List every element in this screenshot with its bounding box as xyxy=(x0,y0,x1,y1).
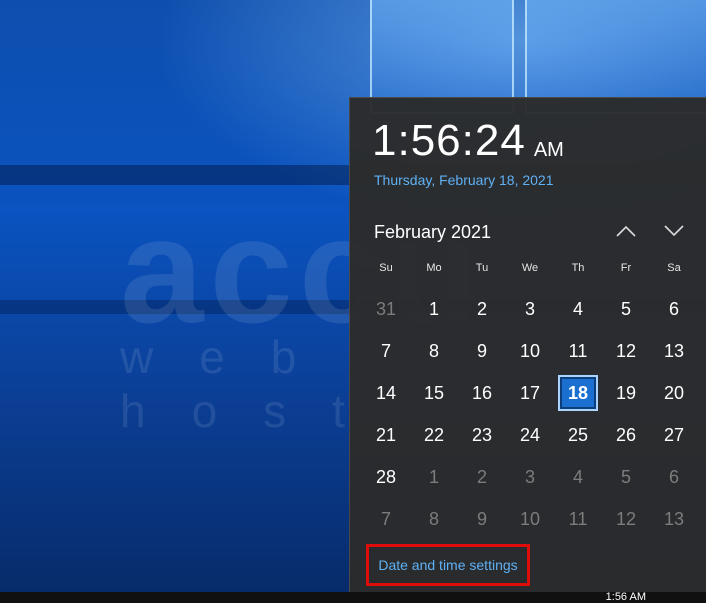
next-month-button[interactable] xyxy=(658,216,690,246)
calendar-day[interactable]: 3 xyxy=(506,288,554,330)
chevron-down-icon xyxy=(664,225,684,237)
weekday-label: Tu xyxy=(475,262,489,274)
calendar-day[interactable]: 9 xyxy=(458,498,506,540)
calendar-day[interactable]: 23 xyxy=(458,414,506,456)
weekday-header-row: Su Mo Tu We Th Fr Sa xyxy=(362,262,698,274)
calendar-day[interactable]: 24 xyxy=(506,414,554,456)
calendar-day[interactable]: 8 xyxy=(410,330,458,372)
calendar-day[interactable]: 27 xyxy=(650,414,698,456)
calendar-day[interactable]: 22 xyxy=(410,414,458,456)
clock-calendar-flyout: 1:56:24 AM Thursday, February 18, 2021 F… xyxy=(349,97,706,592)
calendar-day[interactable]: 7 xyxy=(362,498,410,540)
calendar-day[interactable]: 6 xyxy=(650,288,698,330)
calendar-day[interactable]: 15 xyxy=(410,372,458,414)
weekday-label: Su xyxy=(379,262,393,274)
calendar-day[interactable]: 11 xyxy=(554,330,602,372)
calendar-day[interactable]: 26 xyxy=(602,414,650,456)
clock-date-link[interactable]: Thursday, February 18, 2021 xyxy=(374,172,554,188)
date-time-settings-link[interactable]: Date and time settings xyxy=(366,544,530,586)
calendar-day[interactable]: 10 xyxy=(506,498,554,540)
calendar-day[interactable]: 10 xyxy=(506,330,554,372)
calendar-day-today[interactable]: 18 xyxy=(558,375,598,411)
calendar-day[interactable]: 13 xyxy=(650,330,698,372)
weekday-label: Fr xyxy=(620,262,632,274)
calendar-day[interactable]: 17 xyxy=(506,372,554,414)
clock-display: 1:56:24 AM xyxy=(372,116,564,166)
clock-time: 1:56:24 xyxy=(372,116,526,165)
calendar-day[interactable]: 19 xyxy=(602,372,650,414)
calendar-day[interactable]: 8 xyxy=(410,498,458,540)
calendar-day[interactable]: 5 xyxy=(602,288,650,330)
calendar-day[interactable]: 20 xyxy=(650,372,698,414)
weekday-label: Mo xyxy=(426,262,442,274)
weekday-label: We xyxy=(521,262,539,274)
taskbar-clock[interactable]: 1:56 AM xyxy=(606,592,646,603)
calendar-day[interactable]: 5 xyxy=(602,456,650,498)
calendar-day[interactable]: 12 xyxy=(602,330,650,372)
calendar-day[interactable]: 2 xyxy=(458,456,506,498)
calendar-day[interactable]: 12 xyxy=(602,498,650,540)
calendar-day[interactable]: 3 xyxy=(506,456,554,498)
calendar-day[interactable]: 11 xyxy=(554,498,602,540)
calendar-day[interactable]: 31 xyxy=(362,288,410,330)
calendar-day[interactable]: 16 xyxy=(458,372,506,414)
calendar-day[interactable]: 13 xyxy=(650,498,698,540)
calendar-day[interactable]: 25 xyxy=(554,414,602,456)
weekday-label: Th xyxy=(571,262,585,274)
calendar-day[interactable]: 28 xyxy=(362,456,410,498)
chevron-up-icon xyxy=(616,225,636,237)
calendar-day[interactable]: 6 xyxy=(650,456,698,498)
calendar-day[interactable]: 1 xyxy=(410,288,458,330)
calendar-day[interactable]: 4 xyxy=(554,456,602,498)
calendar-day[interactable]: 7 xyxy=(362,330,410,372)
calendar-month-header[interactable]: February 2021 xyxy=(374,222,491,243)
calendar-day[interactable]: 1 xyxy=(410,456,458,498)
clock-ampm: AM xyxy=(533,139,564,161)
taskbar xyxy=(0,592,706,603)
calendar-day[interactable]: 4 xyxy=(554,288,602,330)
calendar-day[interactable]: 2 xyxy=(458,288,506,330)
calendar-day[interactable]: 21 xyxy=(362,414,410,456)
calendar-day[interactable]: 9 xyxy=(458,330,506,372)
calendar-day-grid: 31 1 2 3 4 5 6 7 8 9 10 11 12 13 14 15 16 17 18 19 20 21 22 23 2… xyxy=(362,288,698,540)
previous-month-button[interactable] xyxy=(610,216,642,246)
weekday-label: Sa xyxy=(667,262,681,274)
calendar-day[interactable]: 14 xyxy=(362,372,410,414)
